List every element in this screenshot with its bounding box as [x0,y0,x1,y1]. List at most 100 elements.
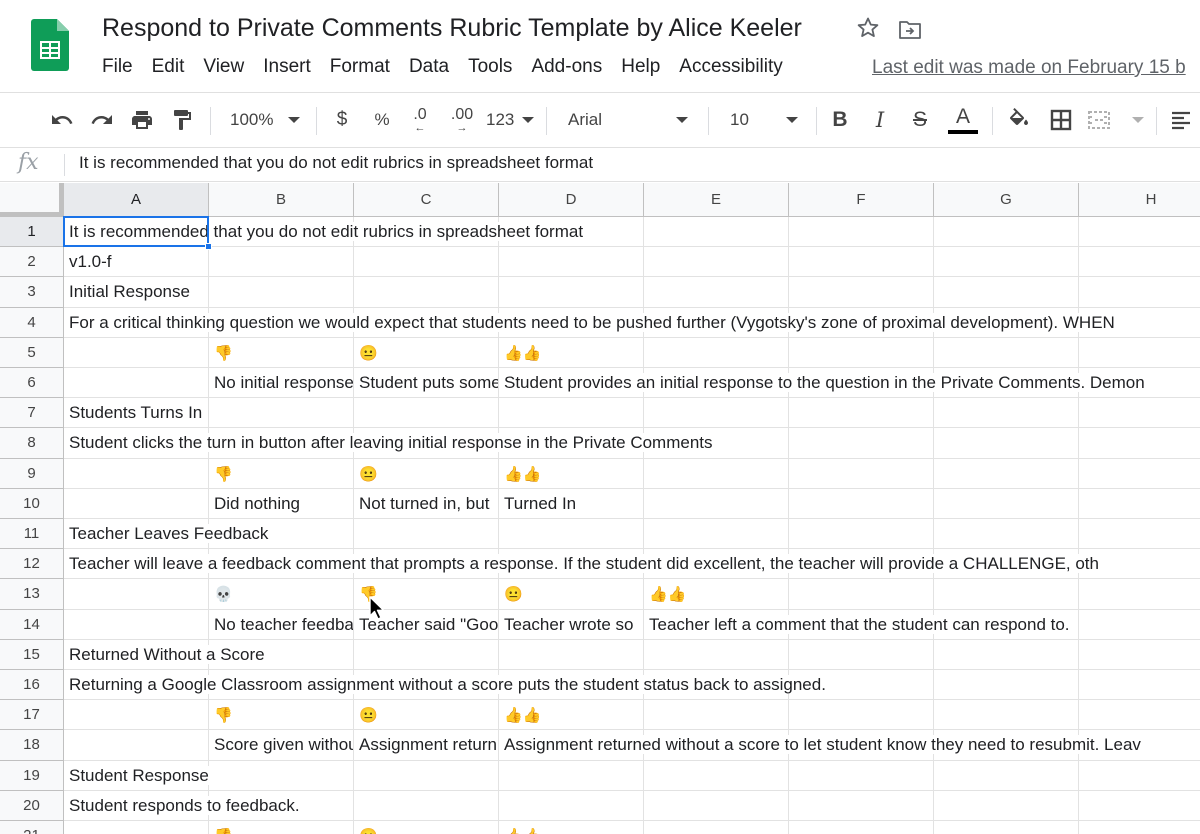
cell-f11[interactable] [789,519,934,550]
cell-f21[interactable] [789,821,934,834]
cell-h19[interactable] [1079,761,1200,791]
cell-h15[interactable] [1079,640,1200,670]
cell-h20[interactable] [1079,791,1200,821]
fill-color-button[interactable] [1004,93,1034,147]
cell-f5[interactable] [789,337,934,368]
more-formats-button[interactable]: 123 [486,93,534,147]
decrease-decimal-button[interactable]: .0 ← [404,93,436,147]
menu-tools[interactable]: Tools [468,56,512,82]
cell-e2[interactable] [644,247,789,278]
cell-g17[interactable] [934,700,1079,731]
cell-h16[interactable] [1079,670,1200,701]
cell-d6[interactable]: Student provides an initial response to … [499,368,1145,399]
menu-file[interactable]: File [102,56,133,82]
row-header-16[interactable]: 16 [0,670,64,701]
row-header-20[interactable]: 20 [0,790,64,821]
cell-e11[interactable] [644,519,789,550]
cell-c6[interactable]: Student puts some [354,368,499,399]
cell-h9[interactable] [1079,459,1200,489]
cell-g2[interactable] [934,247,1079,278]
text-color-button[interactable]: A [946,93,980,147]
cell-f9[interactable] [789,458,934,489]
cell-h2[interactable] [1079,247,1200,278]
cell-e14[interactable]: Teacher left a comment that the student … [644,609,1070,640]
cell-a20[interactable]: Student responds to feedback. [64,790,300,821]
cell-h3[interactable] [1079,277,1200,308]
star-icon[interactable] [856,16,880,40]
cell-g10[interactable] [934,488,1079,519]
cell-d20[interactable] [499,790,644,821]
cell-d10[interactable]: Turned In [499,488,644,519]
cell-a16[interactable]: Returning a Google Classroom assignment … [64,670,826,701]
select-all-corner[interactable] [0,183,64,217]
font-size-select[interactable]: 10 [722,93,806,147]
cell-g7[interactable] [934,398,1079,429]
menu-add-ons[interactable]: Add-ons [531,56,602,82]
cell-g3[interactable] [934,277,1079,308]
cell-g1[interactable] [934,217,1079,248]
cell-b19[interactable] [209,760,354,791]
strikethrough-button[interactable]: S [906,93,934,147]
cell-g20[interactable] [934,790,1079,821]
cell-h13[interactable] [1079,579,1200,610]
cell-f7[interactable] [789,398,934,429]
cell-d19[interactable] [499,760,644,791]
cell-e20[interactable] [644,790,789,821]
cell-c15[interactable] [354,639,499,670]
cell-a19[interactable]: Student Response [64,760,209,791]
italic-button[interactable]: I [866,93,894,147]
cell-e7[interactable] [644,398,789,429]
row-header-21[interactable]: 21 [0,821,64,834]
cell-c9[interactable]: 😐 [354,458,499,489]
row-header-2[interactable]: 2 [0,247,64,278]
cell-g16[interactable] [934,670,1079,701]
cell-a11[interactable]: Teacher Leaves Feedback [64,519,269,550]
font-family-select[interactable]: Arial [560,93,696,147]
cell-b6[interactable]: No initial response [209,368,354,399]
sheets-logo-icon[interactable] [31,19,69,71]
cell-g11[interactable] [934,519,1079,550]
cell-a4[interactable]: For a critical thinking question we woul… [64,307,1115,338]
row-header-10[interactable]: 10 [0,488,64,519]
increase-decimal-button[interactable]: .00 → [444,93,480,147]
cell-d18[interactable]: Assignment returned without a score to l… [499,730,1141,761]
cell-c10[interactable]: Not turned in, but [354,488,499,519]
cell-g8[interactable] [934,428,1079,459]
cell-e21[interactable] [644,821,789,834]
cell-c5[interactable]: 😐 [354,337,499,368]
cell-a5[interactable] [64,337,209,368]
cell-b3[interactable] [209,277,354,308]
cell-a15[interactable]: Returned Without a Score [64,639,265,670]
row-header-12[interactable]: 12 [0,549,64,580]
cell-e5[interactable] [644,337,789,368]
cell-g21[interactable] [934,821,1079,834]
bold-button[interactable]: B [826,93,854,147]
cell-a9[interactable] [64,458,209,489]
cell-a17[interactable] [64,700,209,731]
cell-e10[interactable] [644,488,789,519]
row-header-17[interactable]: 17 [0,700,64,731]
cell-a14[interactable] [64,609,209,640]
cell-c2[interactable] [354,247,499,278]
row-header-6[interactable]: 6 [0,368,64,399]
row-header-19[interactable]: 19 [0,760,64,791]
row-header-18[interactable]: 18 [0,730,64,761]
cell-h21[interactable] [1079,821,1200,834]
cell-d17[interactable]: 👍👍 [499,700,644,731]
cell-c11[interactable] [354,519,499,550]
column-header-d[interactable]: D [499,183,644,217]
column-header-g[interactable]: G [934,183,1079,217]
cell-h5[interactable] [1079,338,1200,368]
cell-b7[interactable] [209,398,354,429]
cell-f13[interactable] [789,579,934,610]
row-header-11[interactable]: 11 [0,519,64,550]
row-header-13[interactable]: 13 [0,579,64,610]
cell-c17[interactable]: 😐 [354,700,499,731]
cell-f3[interactable] [789,277,934,308]
cell-f19[interactable] [789,760,934,791]
row-header-9[interactable]: 9 [0,458,64,489]
column-header-a[interactable]: A [64,183,209,217]
cell-a3[interactable]: Initial Response [64,277,209,308]
cell-d21[interactable]: 👍👍 [499,821,644,834]
menu-format[interactable]: Format [330,56,390,82]
